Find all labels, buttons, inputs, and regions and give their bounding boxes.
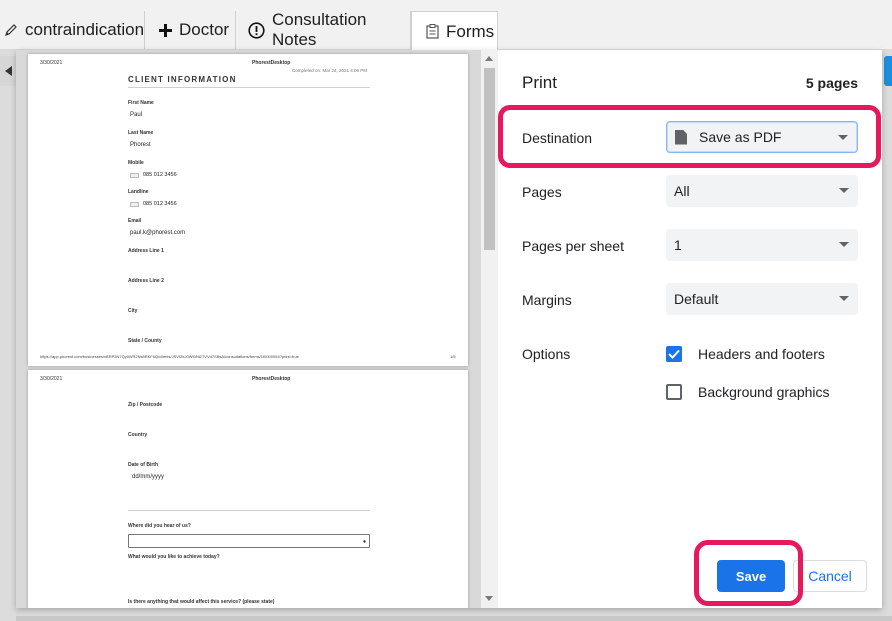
completed-timestamp: Completed on: Mar 24, 2021 4:06 PM [292, 68, 368, 73]
alert-circle-icon [248, 21, 265, 39]
print-preview: 3/30/2021 PhorestDesktop Completed on: M… [16, 50, 498, 608]
form-title: CLIENT INFORMATION [128, 75, 237, 84]
pages-per-sheet-label: Pages per sheet [522, 238, 624, 254]
print-settings: Print 5 pages Destination Save as PDF Pa… [498, 50, 882, 608]
chevron-down-icon [839, 296, 849, 301]
first-name-label: First Name [128, 100, 154, 106]
preview-page-2: 3/30/2021 PhorestDesktop Zip / Postcode … [28, 370, 468, 608]
options-label: Options [522, 346, 571, 362]
landline-label: Landline [128, 189, 149, 195]
city-label: City [128, 308, 138, 314]
scroll-up-icon[interactable] [485, 56, 493, 61]
destination-label: Destination [522, 130, 593, 146]
tab-label: Consultation Notes [272, 10, 367, 49]
scroll-thumb[interactable] [484, 68, 495, 250]
preview-scrollbar[interactable] [481, 50, 498, 608]
zip-label: Zip / Postcode [128, 402, 163, 408]
dob-value: dd/mm/yyyy [132, 474, 165, 480]
tab-label: Forms [446, 21, 495, 41]
affect-label: Is there anything that would affect this… [128, 599, 275, 605]
margins-label: Margins [522, 292, 572, 308]
bottom-scrollbar[interactable] [16, 616, 892, 621]
state-label: State / County [128, 338, 162, 344]
landline-value: 085 012 3456 [143, 201, 177, 207]
page-date: 3/30/2021 [40, 60, 63, 66]
side-action-strip[interactable] [884, 56, 892, 86]
destination-value: Save as PDF [699, 129, 782, 145]
headers-footers-option[interactable]: Headers and footers [666, 346, 825, 362]
dob-label: Date of Birth [128, 462, 158, 468]
email-label: Email [128, 218, 142, 224]
country-label: Country [128, 432, 148, 438]
margins-select[interactable]: Default [666, 283, 858, 315]
background-graphics-option[interactable]: Background graphics [666, 384, 830, 400]
headers-footers-label: Headers and footers [698, 346, 825, 362]
page-url: https://app.phorest.com/businesses/vBRP3… [40, 354, 299, 359]
page-count: 5 pages [805, 75, 858, 91]
divider [128, 87, 370, 88]
page-date: 3/30/2021 [40, 376, 63, 382]
tab-contraindication[interactable]: contraindication [0, 11, 145, 49]
last-name-label: Last Name [128, 130, 154, 136]
hear-label: Where did you hear of us? [128, 523, 191, 529]
flag-icon [130, 201, 139, 207]
tab-label: Doctor [179, 20, 230, 39]
checkmark-icon [668, 349, 680, 359]
scroll-down-icon[interactable] [485, 596, 493, 601]
destination-select[interactable]: Save as PDF [666, 121, 858, 153]
mobile-value: 085 012 3456 [143, 172, 177, 178]
screen: contraindication Doctor Consultation Not… [0, 0, 892, 621]
cancel-button[interactable]: Cancel [793, 560, 867, 592]
pages-per-sheet-select[interactable]: 1 [666, 229, 858, 261]
print-dialog: 3/30/2021 PhorestDesktop Completed on: M… [16, 50, 882, 608]
tab-forms[interactable]: Forms [411, 11, 498, 51]
page-app-name: PhorestDesktop [252, 376, 291, 382]
preview-page-1: 3/30/2021 PhorestDesktop Completed on: M… [28, 54, 468, 366]
print-title: Print [522, 73, 557, 92]
tab-bar: contraindication Doctor Consultation Not… [0, 0, 892, 51]
pages-select[interactable]: All [666, 175, 858, 207]
tab-consultation-notes[interactable]: Consultation Notes [236, 10, 411, 49]
plus-icon [159, 23, 172, 37]
last-name-value: Phorest [130, 142, 151, 148]
background-graphics-label: Background graphics [698, 384, 830, 400]
mobile-label: Mobile [128, 160, 144, 166]
headers-footers-checkbox[interactable] [666, 346, 682, 362]
page-number: 1/5 [450, 354, 456, 359]
margins-value: Default [674, 291, 719, 307]
address1-label: Address Line 1 [128, 248, 164, 254]
divider [128, 510, 370, 511]
tab-doctor[interactable]: Doctor [145, 11, 236, 49]
first-name-value: Paul [130, 112, 143, 118]
pages-value: All [674, 183, 690, 199]
mobile-field: 085 012 3456 [130, 172, 177, 178]
page-app-name: PhorestDesktop [252, 60, 291, 66]
pencil-icon [4, 23, 18, 37]
clipboard-icon [426, 24, 439, 39]
achieve-label: What would you like to achieve today? [128, 554, 220, 560]
tab-label: contraindication [25, 20, 145, 39]
chevron-down-icon [839, 242, 849, 247]
chevron-down-icon [838, 135, 848, 140]
document-icon [675, 129, 687, 145]
pages-label: Pages [522, 184, 562, 200]
landline-field: 085 012 3456 [130, 201, 177, 207]
save-button[interactable]: Save [717, 560, 785, 592]
chevron-down-icon [839, 188, 849, 193]
pages-per-sheet-value: 1 [674, 237, 682, 253]
background-graphics-checkbox[interactable] [666, 384, 682, 400]
flag-icon [130, 172, 139, 178]
hear-select [128, 534, 370, 548]
email-value: paul.k@phorest.com [130, 230, 186, 236]
address2-label: Address Line 2 [128, 278, 164, 284]
